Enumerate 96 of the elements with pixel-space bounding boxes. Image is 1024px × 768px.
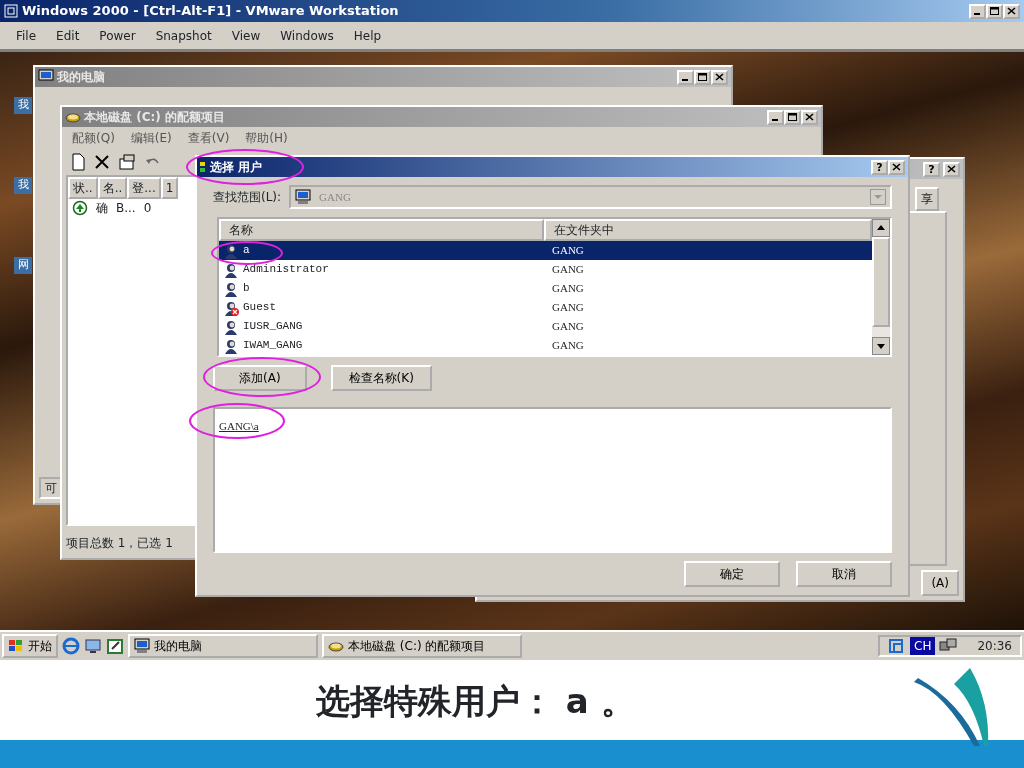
desktop-icon-label[interactable]: 我 — [14, 177, 32, 194]
delete-icon[interactable] — [94, 154, 110, 170]
scrollbar-thumb[interactable] — [872, 237, 890, 327]
properties-icon[interactable] — [118, 154, 136, 170]
table-cell-text: 确 — [96, 200, 108, 217]
menu-item[interactable]: Power — [99, 26, 136, 45]
list-row[interactable]: Administrator GANG — [219, 260, 872, 279]
desktop-icon[interactable] — [84, 637, 102, 655]
scroll-up-icon[interactable] — [872, 219, 890, 237]
look-in-label: 查找范围(L): — [213, 189, 282, 206]
maximize-button[interactable] — [694, 69, 711, 85]
ok-button[interactable]: 确定 — [684, 561, 780, 587]
taskbar-button[interactable]: 本地磁盘 (C:) 的配额项目 — [322, 634, 522, 658]
table-cell-text: GANG — [551, 338, 584, 354]
dialog-title: 选择 用户 — [210, 159, 263, 176]
table-cell-text: GANG — [551, 300, 584, 316]
list-row[interactable]: a GANG — [219, 241, 872, 260]
table-cell-text: Guest — [243, 300, 276, 316]
table-cell-text: IUSR_GANG — [243, 319, 303, 335]
slide-caption: 选择特殊用户： a 。 — [316, 679, 635, 723]
maximize-button[interactable] — [986, 3, 1003, 19]
new-document-icon[interactable] — [70, 153, 86, 171]
column-header[interactable]: 在文件夹中 — [544, 219, 872, 241]
browser-icon[interactable] — [62, 637, 80, 655]
tab[interactable]: 享 — [915, 187, 939, 211]
table-cell-text: GANG — [551, 262, 584, 278]
start-button[interactable]: 开始 — [2, 634, 58, 658]
maximize-icon — [990, 7, 999, 15]
help-button[interactable]: ? — [923, 161, 940, 177]
table-cell-text: GANG — [551, 319, 584, 335]
table-cell-text: a — [243, 243, 250, 259]
taskbar-button[interactable]: 我的电脑 — [128, 634, 318, 658]
close-button[interactable] — [711, 69, 728, 85]
table-cell-text: GANG — [551, 243, 584, 259]
menu-item[interactable]: 编辑(E) — [130, 129, 172, 147]
close-button[interactable] — [943, 161, 960, 177]
table-cell-text: GANG — [551, 281, 584, 297]
menu-item[interactable]: Snapshot — [155, 26, 212, 45]
menu-item[interactable]: 查看(V) — [187, 129, 230, 147]
minimize-button[interactable] — [677, 69, 694, 85]
menu-item[interactable]: Edit — [56, 26, 80, 45]
table-cell-text: b — [243, 281, 250, 297]
vmware-logo-icon — [4, 4, 18, 18]
close-icon — [947, 165, 956, 173]
column-header[interactable]: 名.. — [97, 177, 128, 199]
window-title: 我的电脑 — [57, 69, 105, 86]
table-cell-text: IWAM_GANG — [243, 338, 303, 354]
table-cell-text: Administrator — [243, 262, 329, 278]
close-button[interactable] — [1003, 3, 1020, 19]
table-cell-text: B... — [116, 200, 136, 217]
status-icon — [72, 200, 88, 216]
list-row[interactable]: IUSR_GANG GANG — [219, 317, 872, 336]
minimize-button[interactable] — [969, 3, 986, 19]
column-header[interactable]: 状.. — [68, 177, 98, 199]
menu-item[interactable]: Windows — [280, 26, 334, 45]
scrollbar[interactable] — [872, 219, 890, 355]
column-header[interactable]: 名称 — [219, 219, 544, 241]
close-button[interactable] — [801, 109, 818, 125]
notepad-icon[interactable] — [106, 637, 124, 655]
list-row[interactable]: b GANG — [219, 279, 872, 298]
column-header[interactable]: 登... — [127, 177, 161, 199]
list-row[interactable]: IWAM_GANG GANG — [219, 336, 872, 355]
clock: 20:36 — [977, 638, 1012, 655]
status-text: 可 — [39, 477, 63, 499]
close-button[interactable] — [888, 159, 905, 175]
maximize-button[interactable] — [784, 109, 801, 125]
desktop-icon-label[interactable]: 网 — [14, 257, 32, 274]
cancel-button[interactable]: 取消 — [796, 561, 892, 587]
window-title: Windows 2000 - [Ctrl-Alt-F1] - VMware Workstation — [22, 2, 399, 21]
check-names-button[interactable]: 检查名称(K) — [330, 365, 432, 391]
dialog-icon — [200, 161, 206, 173]
scroll-down-icon[interactable] — [872, 337, 890, 355]
close-icon — [892, 163, 901, 171]
apply-button[interactable]: (A) — [921, 570, 959, 596]
status-text: 项目总数 1，已选 1 — [66, 536, 173, 550]
maximize-icon — [788, 113, 797, 121]
windows-flag-icon — [8, 639, 24, 653]
computer-icon — [295, 189, 312, 205]
menu-item[interactable]: File — [16, 26, 37, 45]
menu-item[interactable]: 配额(Q) — [72, 129, 115, 147]
help-button[interactable]: ? — [871, 159, 888, 175]
close-icon — [715, 73, 724, 81]
table-cell-text: 0 — [143, 200, 152, 217]
selected-user-name[interactable]: GANG\a — [219, 420, 259, 432]
computer-icon — [134, 638, 150, 654]
maximize-icon — [698, 73, 707, 81]
close-icon — [1007, 7, 1016, 15]
menu-item[interactable]: Help — [353, 26, 382, 45]
window-title: 本地磁盘 (C:) 的配额项目 — [84, 109, 225, 126]
add-button[interactable]: 添加(A) — [213, 365, 307, 391]
close-icon — [805, 113, 814, 121]
menu-item[interactable]: 帮助(H) — [245, 129, 288, 147]
desktop-icon-label[interactable]: 我 — [14, 97, 32, 114]
minimize-button[interactable] — [767, 109, 784, 125]
menu-item[interactable]: View — [231, 26, 261, 45]
language-indicator[interactable]: CH — [910, 637, 936, 655]
